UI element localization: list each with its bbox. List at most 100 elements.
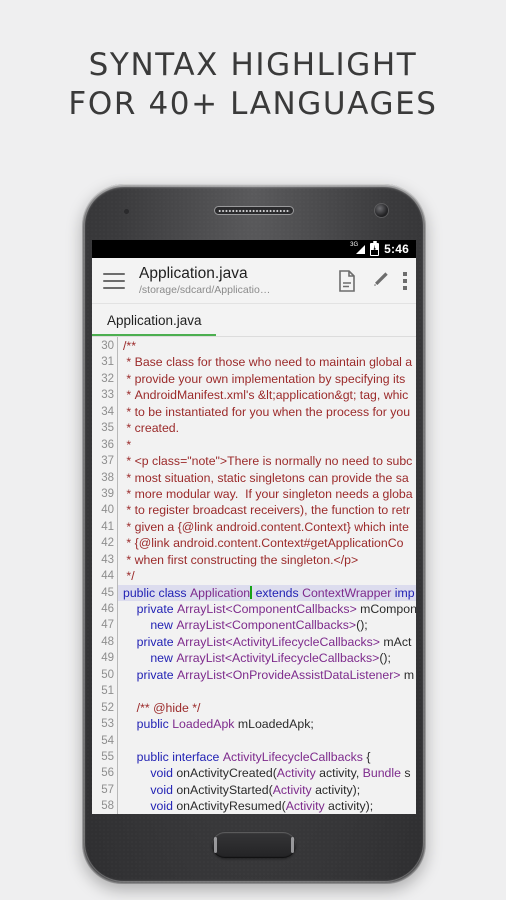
code-token: Bundle <box>362 766 401 781</box>
code-line[interactable]: private ArrayList<ComponentCallbacks> mC… <box>123 601 416 617</box>
code-token: */ <box>123 569 135 584</box>
code-line[interactable]: * AndroidManifest.xml's &lt;application&… <box>123 387 416 403</box>
line-number: 57 <box>101 783 114 796</box>
code-token: * {@link android.content.Context#getAppl… <box>123 536 404 551</box>
line-number: 46 <box>101 603 114 615</box>
line-number: 48 <box>101 635 114 648</box>
overflow-menu-icon[interactable] <box>403 271 407 290</box>
code-line[interactable]: * Base class for those who need to maint… <box>123 354 416 370</box>
code-line[interactable]: * {@link android.content.Context#getAppl… <box>123 535 416 551</box>
code-token: public class <box>123 585 190 600</box>
code-token: ArrayList<OnProvideAssistDataListener> <box>177 667 401 682</box>
code-content[interactable]: /** * Base class for those who need to m… <box>118 337 416 814</box>
code-token: ContextWrapper <box>302 585 392 600</box>
battery-charging-icon <box>370 240 380 256</box>
code-line[interactable]: /** <box>123 338 416 354</box>
line-number: 52 <box>101 701 114 714</box>
code-line[interactable]: * created. <box>123 420 416 436</box>
action-bar: Application.java /storage/sdcard/Applica… <box>92 258 416 304</box>
code-token: activity); <box>311 782 361 797</box>
code-line[interactable]: * most situation, static singletons can … <box>123 470 416 486</box>
line-number: 32 <box>101 372 114 385</box>
line-number: 35 <box>101 422 114 435</box>
overflow-dot <box>403 285 407 290</box>
code-line[interactable]: void onActivityResumed(Activity activity… <box>123 798 416 814</box>
code-token: * <p class="note">There is normally no n… <box>123 454 413 469</box>
line-number: 43 <box>101 553 114 566</box>
code-line[interactable]: * to register broadcast receivers), the … <box>123 502 416 518</box>
hamburger-bar <box>103 279 125 282</box>
line-number: 34 <box>101 405 114 418</box>
line-number: 49 <box>101 652 114 665</box>
phone-device-frame: 3G 5:46 Application.java /storage/sdcard… <box>82 184 426 884</box>
front-camera-icon <box>375 204 388 217</box>
code-line[interactable]: /** @hide */ <box>123 700 416 716</box>
status-bar-clock: 5:46 <box>384 242 409 256</box>
code-line[interactable]: * more modular way. If your singleton ne… <box>123 486 416 502</box>
code-line[interactable]: private ArrayList<OnProvideAssistDataLis… <box>123 667 416 683</box>
headline-line-1: SYNTAX HIGHLIGHT <box>88 47 418 83</box>
code-line[interactable]: * <box>123 437 416 453</box>
code-token: ArrayList<ComponentCallbacks> <box>176 618 357 633</box>
code-line[interactable]: */ <box>123 568 416 584</box>
code-line[interactable]: * when first constructing the singleton.… <box>123 552 416 568</box>
code-token: extends <box>252 585 303 600</box>
edit-pencil-icon[interactable] <box>370 270 390 292</box>
hamburger-bar <box>103 286 125 289</box>
line-number: 40 <box>101 504 114 517</box>
code-token: new <box>150 618 177 633</box>
code-line[interactable]: void onActivityCreated(Activity activity… <box>123 765 416 781</box>
document-icon[interactable] <box>337 269 357 292</box>
line-number: 37 <box>101 455 114 468</box>
code-token: void <box>150 782 177 797</box>
code-line[interactable] <box>123 733 416 749</box>
line-number: 39 <box>101 487 114 500</box>
code-line[interactable]: * <p class="note">There is normally no n… <box>123 453 416 469</box>
line-number: 50 <box>101 668 114 681</box>
code-token: LoadedApk <box>172 717 235 732</box>
code-token: * Base class for those who need to maint… <box>123 355 413 370</box>
line-number-gutter: 30 31 32 33 34 35 36 37 38 39 40 41 42 43 44 45 46 47 48 49… <box>92 337 118 814</box>
code-token: ArrayList<ActivityLifecycleCallbacks> <box>177 634 380 649</box>
line-number: 51 <box>101 685 114 698</box>
code-token: ArrayList<ActivityLifecycleCallbacks> <box>176 651 380 666</box>
code-line[interactable]: * given a {@link android.content.Context… <box>123 519 416 535</box>
code-line[interactable]: private ArrayList<ActivityLifecycleCallb… <box>123 634 416 650</box>
home-button[interactable] <box>212 832 296 858</box>
code-token: mCompon <box>356 602 416 616</box>
code-line[interactable]: void onActivityStarted(Activity activity… <box>123 782 416 798</box>
code-line[interactable] <box>123 683 416 699</box>
code-token: void <box>150 766 177 781</box>
code-token: * <box>123 437 132 452</box>
tab-application-java[interactable]: Application.java <box>92 304 216 337</box>
code-line[interactable]: * to be instantiated for you when the pr… <box>123 404 416 420</box>
code-line[interactable]: new ArrayList<ComponentCallbacks>(); <box>123 617 416 633</box>
code-token: onActivityCreated( <box>176 766 277 781</box>
line-number: 55 <box>101 750 114 763</box>
hamburger-menu-icon[interactable] <box>103 272 125 289</box>
code-token: public <box>136 717 173 732</box>
code-line[interactable]: public class Application extends Context… <box>118 584 416 601</box>
code-token: * provide your own implementation by spe… <box>123 371 406 386</box>
code-token: s <box>400 766 411 781</box>
code-token: * to be instantiated for you when the pr… <box>123 404 411 419</box>
code-token: Activity <box>276 766 316 781</box>
code-line[interactable]: public interface ActivityLifecycleCallba… <box>123 749 416 765</box>
code-token: * to register broadcast receivers), the … <box>123 503 411 518</box>
line-number: 30 <box>101 340 114 352</box>
code-token: (); <box>379 651 391 666</box>
code-line[interactable]: public LoadedApk mLoadedApk; <box>123 716 416 732</box>
code-token: /** @hide */ <box>123 700 201 715</box>
code-editor[interactable]: 30 31 32 33 34 35 36 37 38 39 40 41 42 43 44 45 46 47 48 49… <box>92 337 416 814</box>
line-number: 58 <box>101 800 114 813</box>
code-token: * when first constructing the singleton.… <box>123 552 359 567</box>
code-line[interactable]: new ArrayList<ActivityLifecycleCallbacks… <box>123 650 416 666</box>
line-number: 54 <box>101 734 114 747</box>
code-line[interactable]: * provide your own implementation by spe… <box>123 371 416 387</box>
